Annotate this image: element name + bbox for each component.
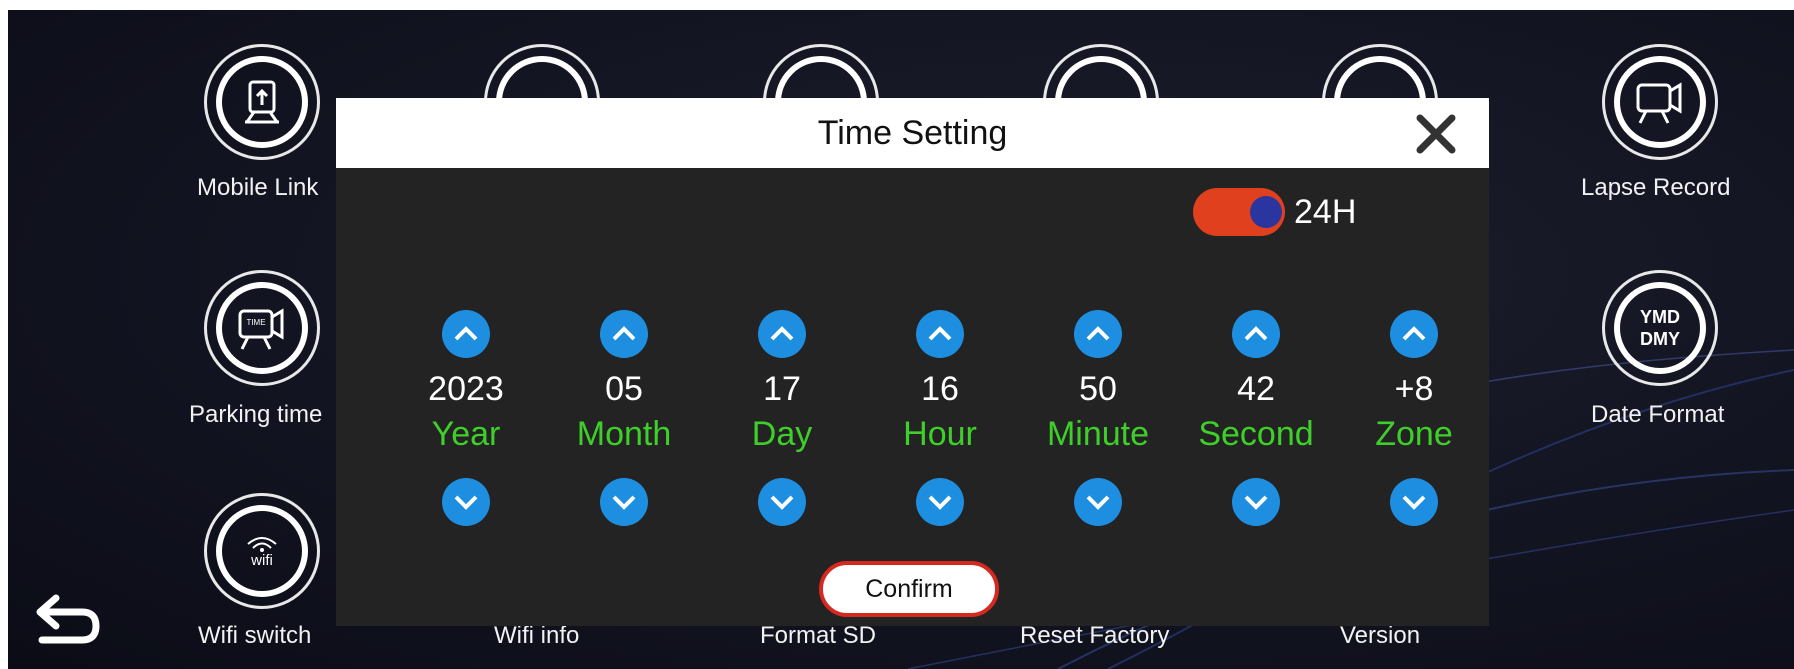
lapse-record-icon	[1636, 82, 1682, 124]
date-format-button[interactable]: YMD DMY	[1602, 270, 1718, 386]
year-down-button[interactable]	[442, 478, 490, 526]
parking-time-label: Parking time	[189, 401, 323, 428]
second-value: 42	[1237, 370, 1275, 408]
date-format-icon-dmy: DMY	[1640, 329, 1680, 349]
format-sd-label: Format SD	[760, 622, 877, 649]
chevron-down-icon	[454, 495, 478, 510]
chevron-down-icon	[1402, 495, 1426, 510]
zone-value: +8	[1394, 370, 1434, 408]
confirm-button[interactable]: Confirm	[819, 561, 999, 617]
24h-toggle[interactable]	[1193, 188, 1285, 236]
minute-down-button[interactable]	[1074, 478, 1122, 526]
day-up-button[interactable]	[758, 310, 806, 358]
chevron-up-icon	[1086, 326, 1110, 341]
day-label: Day	[751, 415, 813, 453]
chevron-down-icon	[1086, 495, 1110, 510]
wifi-info-label: Wifi info	[494, 622, 580, 649]
dialog-header: Time Setting	[336, 98, 1489, 168]
minute-label: Minute	[1046, 415, 1150, 453]
zone-up-button[interactable]	[1390, 310, 1438, 358]
mobile-link-button[interactable]	[204, 44, 320, 160]
svg-text:TIME: TIME	[246, 318, 265, 327]
month-label: Month	[576, 415, 672, 453]
month-up-button[interactable]	[600, 310, 648, 358]
chevron-up-icon	[454, 326, 478, 341]
wifi-switch-label: Wifi switch	[198, 622, 312, 649]
hour-value: 16	[921, 370, 959, 408]
year-up-button[interactable]	[442, 310, 490, 358]
parking-time-icon: TIME	[238, 308, 284, 350]
version-label: Version	[1340, 622, 1421, 649]
date-format-icon-ymd: YMD	[1640, 307, 1680, 327]
lapse-record-label: Lapse Record	[1581, 174, 1731, 201]
lapse-record-button[interactable]	[1602, 44, 1718, 160]
month-value: 05	[605, 370, 643, 408]
back-icon[interactable]	[32, 588, 102, 652]
24h-label: 24H	[1294, 193, 1357, 231]
chevron-up-icon	[770, 326, 794, 341]
chevron-up-icon	[928, 326, 952, 341]
zone-down-button[interactable]	[1390, 478, 1438, 526]
zone-label: Zone	[1375, 415, 1453, 453]
chevron-up-icon	[1402, 326, 1426, 341]
date-format-label: Date Format	[1591, 401, 1725, 428]
reset-factory-label: Reset Factory	[1020, 622, 1170, 649]
second-down-button[interactable]	[1232, 478, 1280, 526]
second-up-button[interactable]	[1232, 310, 1280, 358]
day-down-button[interactable]	[758, 478, 806, 526]
parking-time-button[interactable]: TIME	[204, 270, 320, 386]
hour-label: Hour	[903, 415, 977, 453]
hour-down-button[interactable]	[916, 478, 964, 526]
mobile-link-label: Mobile Link	[197, 174, 319, 201]
time-setting-dialog: Time Setting 24H 2023 Year 05 Month 17 D…	[336, 98, 1489, 626]
chevron-down-icon	[928, 495, 952, 510]
chevron-down-icon	[1244, 495, 1268, 510]
dialog-title: Time Setting	[817, 114, 1008, 152]
minute-up-button[interactable]	[1074, 310, 1122, 358]
settings-screen: Mobile Link TIME Parking time wifi Wifi …	[8, 10, 1794, 669]
toggle-knob	[1250, 196, 1282, 228]
minute-value: 50	[1079, 370, 1117, 408]
wifi-icon-text: wifi	[251, 551, 273, 569]
chevron-down-icon	[612, 495, 636, 510]
year-label: Year	[431, 415, 501, 453]
month-down-button[interactable]	[600, 478, 648, 526]
hour-up-button[interactable]	[916, 310, 964, 358]
chevron-up-icon	[1244, 326, 1268, 341]
wifi-icon	[247, 536, 277, 552]
day-value: 17	[763, 370, 801, 408]
chevron-up-icon	[612, 326, 636, 341]
chevron-down-icon	[770, 495, 794, 510]
mobile-link-icon	[245, 80, 279, 124]
close-icon[interactable]	[1414, 112, 1458, 156]
year-value: 2023	[428, 370, 504, 408]
second-label: Second	[1198, 415, 1314, 453]
wifi-switch-button[interactable]: wifi	[204, 493, 320, 609]
